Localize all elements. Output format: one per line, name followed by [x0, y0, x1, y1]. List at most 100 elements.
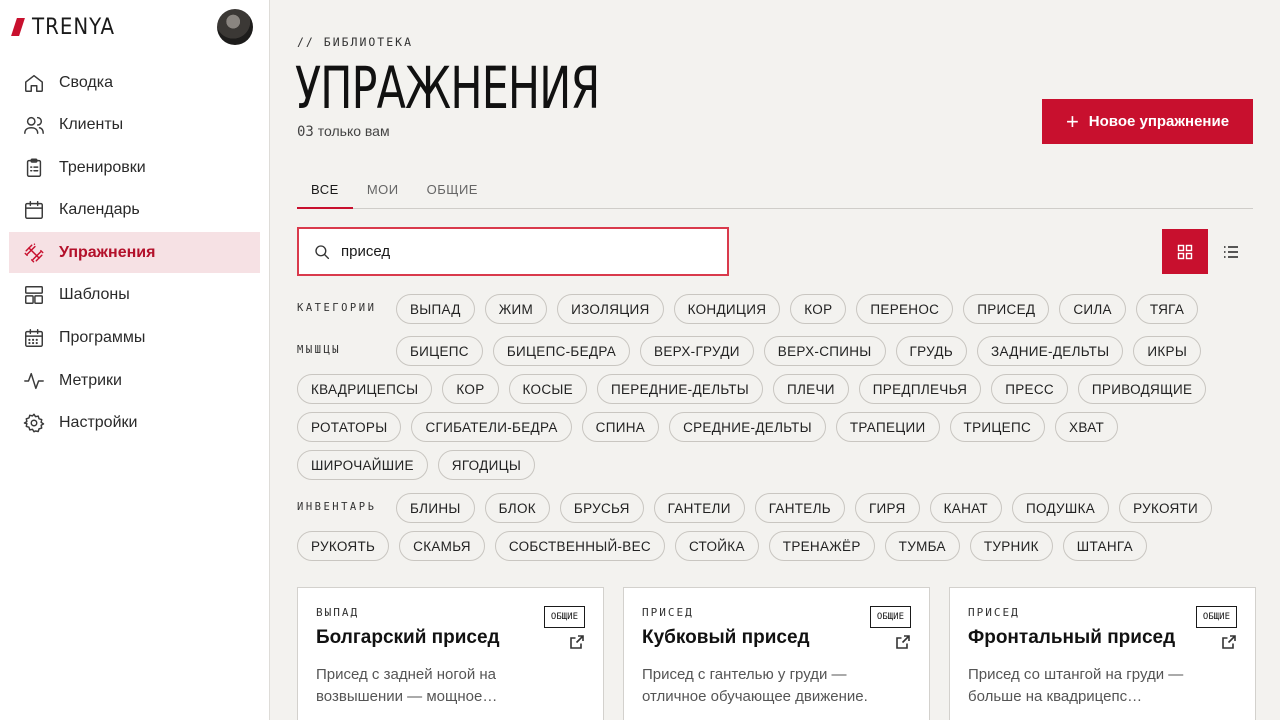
external-link-icon[interactable]: [569, 634, 585, 650]
filter-chip[interactable]: ПЕРЕНОС: [856, 294, 954, 324]
filter-chip[interactable]: ПРЕСС: [991, 374, 1068, 404]
filter-chip[interactable]: ПЕРЕДНИЕ-ДЕЛЬТЫ: [596, 374, 763, 404]
filter-chip[interactable]: ГАНТЕЛЬ: [754, 493, 845, 523]
tab-shared[interactable]: ОБЩИЕ: [413, 172, 492, 209]
clipboard-icon: [26, 158, 42, 177]
filter-chip[interactable]: ТУРНИК: [969, 531, 1053, 561]
external-link-icon[interactable]: [1221, 634, 1237, 650]
filter-chip[interactable]: ИКРЫ: [1133, 336, 1202, 366]
filter-chip[interactable]: ТРИЦЕПС: [949, 412, 1046, 442]
sidebar-item-settings[interactable]: Настройки: [9, 403, 260, 444]
filter-chip[interactable]: БРУСЬЯ: [559, 493, 644, 523]
filter-chip[interactable]: ЗАДНИЕ-ДЕЛЬТЫ: [977, 336, 1124, 366]
new-exercise-button[interactable]: + Новое упражнение: [1042, 99, 1253, 144]
filter-chip[interactable]: КОСЫЕ: [508, 374, 587, 404]
card-title[interactable]: Фронтальный присед: [968, 625, 1178, 650]
filter-chip[interactable]: ШИРОЧАЙШИЕ: [297, 450, 428, 480]
chip-spacer: [297, 493, 386, 523]
activity-icon: [24, 372, 44, 389]
exercise-card[interactable]: ПРИСЕД Фронтальный присед Присед со штанго…: [949, 587, 1256, 720]
avatar[interactable]: [217, 9, 253, 45]
sidebar-item-label: Настройки: [59, 414, 138, 432]
filter-chip[interactable]: РУКОЯТЬ: [297, 531, 390, 561]
filter-chip[interactable]: КОР: [442, 374, 499, 404]
external-link-icon[interactable]: [895, 634, 911, 650]
filter-chip[interactable]: ИЗОЛЯЦИЯ: [557, 294, 664, 324]
filter-chip[interactable]: ТРАПЕЦИИ: [835, 412, 940, 442]
sidebar-item-workouts[interactable]: Тренировки: [9, 147, 260, 188]
sidebar-item-metrics[interactable]: Метрики: [9, 360, 260, 401]
filter-chip[interactable]: ШТАНГА: [1062, 531, 1147, 561]
filter-chip[interactable]: ГАНТЕЛИ: [653, 493, 745, 523]
filter-chip[interactable]: ПОДУШКА: [1011, 493, 1110, 523]
filter-chip[interactable]: КОР: [790, 294, 847, 324]
search-box: [297, 227, 729, 276]
filter-chip[interactable]: СОБСТВЕННЫЙ-ВЕС: [494, 531, 665, 561]
logo-text: TRENYA: [32, 14, 116, 40]
filter-chip[interactable]: БЛОК: [484, 493, 550, 523]
categories-label: КАТЕГОРИИ: [297, 302, 377, 314]
sidebar-item-calendar[interactable]: Календарь: [9, 190, 260, 231]
sidebar-nav: Сводка Клиенты Тренировки Календарь Упра…: [9, 62, 260, 445]
card-title[interactable]: Кубковый присед: [642, 625, 852, 650]
filter-chip[interactable]: РУКОЯТИ: [1119, 493, 1213, 523]
logo[interactable]: TRENYA: [11, 14, 116, 40]
filter-chip[interactable]: РОТАТОРЫ: [297, 412, 402, 442]
card-description: Присед с гантелью у груди — отличное обу…: [642, 666, 868, 705]
filter-chip[interactable]: БИЦЕПС-БЕДРА: [492, 336, 631, 366]
tab-mine[interactable]: МОИ: [353, 172, 413, 209]
sidebar-item-programs[interactable]: Программы: [9, 318, 260, 359]
filter-chip[interactable]: СКАМЬЯ: [399, 531, 485, 561]
filter-chip[interactable]: ПРИСЕД: [963, 294, 1050, 324]
exercise-card[interactable]: ВЫПАД Болгарский присед Присед с задней но…: [297, 587, 604, 720]
filter-chip[interactable]: ПРЕДПЛЕЧЬЯ: [858, 374, 982, 404]
tab-all[interactable]: ВСЕ: [297, 172, 353, 209]
filter-chip[interactable]: КОНДИЦИЯ: [673, 294, 781, 324]
filter-chip[interactable]: КАНАТ: [929, 493, 1002, 523]
sidebar-item-label: Сводка: [59, 73, 114, 91]
search-input[interactable]: [341, 243, 701, 260]
filter-chip[interactable]: ТРЕНАЖЁР: [768, 531, 875, 561]
filter-chip[interactable]: БИЦЕПС: [396, 336, 483, 366]
muscles-chips: БИЦЕПС БИЦЕПС-БЕДРА ВЕРХ-ГРУДИ ВЕРХ-СПИНЫ ГР…: [297, 336, 1253, 480]
filter-chip[interactable]: СИЛА: [1059, 294, 1126, 324]
dumbbell-icon: [24, 243, 44, 263]
gear-icon: [23, 413, 45, 433]
filter-chip[interactable]: СПИНА: [581, 412, 660, 442]
filter-chip[interactable]: ВЕРХ-ГРУДИ: [640, 336, 754, 366]
grid-view-button[interactable]: [1162, 229, 1208, 274]
filter-chip[interactable]: СТОЙКА: [674, 531, 759, 561]
calendar-icon: [25, 201, 43, 220]
filter-chip[interactable]: ТУМБА: [884, 531, 960, 561]
sidebar-item-clients[interactable]: Клиенты: [9, 105, 260, 146]
filter-chip[interactable]: СРЕДНИЕ-ДЕЛЬТЫ: [669, 412, 826, 442]
equipment-chips: БЛИНЫ БЛОК БРУСЬЯ ГАНТЕЛИ ГАНТЕЛЬ ГИРЯ КАНАТ ПО…: [297, 493, 1253, 561]
sidebar-item-label: Тренировки: [59, 158, 146, 176]
card-description: Присед со штангой на груди — больше на к…: [968, 666, 1184, 705]
exercise-card[interactable]: ПРИСЕД Кубковый присед Присед с гантелью у…: [623, 587, 930, 720]
tabs: ВСЕ МОИ ОБЩИЕ: [297, 172, 1253, 209]
list-view-button[interactable]: [1208, 229, 1253, 274]
filter-chip[interactable]: ТЯГА: [1135, 294, 1199, 324]
filter-chip[interactable]: ВЕРХ-СПИНЫ: [763, 336, 886, 366]
filter-chip[interactable]: ГИРЯ: [854, 493, 920, 523]
logo-mark: [11, 18, 25, 36]
filter-chip[interactable]: ВЫПАД: [396, 294, 475, 324]
filter-chip[interactable]: СГИБАТЕЛИ-БЕДРА: [411, 412, 572, 442]
plus-icon: +: [1065, 108, 1079, 134]
filter-chip[interactable]: ЖИМ: [484, 294, 548, 324]
filter-chip[interactable]: КВАДРИЦЕПСЫ: [297, 374, 433, 404]
sidebar-item-summary[interactable]: Сводка: [9, 62, 260, 103]
sidebar-item-exercises[interactable]: Упражнения: [9, 232, 260, 274]
filter-chip[interactable]: ЯГОДИЦЫ: [437, 450, 536, 480]
sidebar-item-templates[interactable]: Шаблоны: [9, 275, 260, 316]
sidebar: TRENYA Сводка Клиенты Тренировки Календа…: [0, 0, 270, 720]
filter-chip[interactable]: ПЛЕЧИ: [773, 374, 849, 404]
card-title[interactable]: Болгарский присед: [316, 625, 526, 650]
sidebar-item-label: Упражнения: [59, 243, 156, 261]
filter-chip[interactable]: ХВАТ: [1055, 412, 1119, 442]
filter-chip[interactable]: БЛИНЫ: [396, 493, 475, 523]
filter-chip[interactable]: ГРУДЬ: [895, 336, 968, 366]
filter-chip[interactable]: ПРИВОДЯЩИЕ: [1077, 374, 1207, 404]
chip-spacer: [297, 336, 386, 366]
